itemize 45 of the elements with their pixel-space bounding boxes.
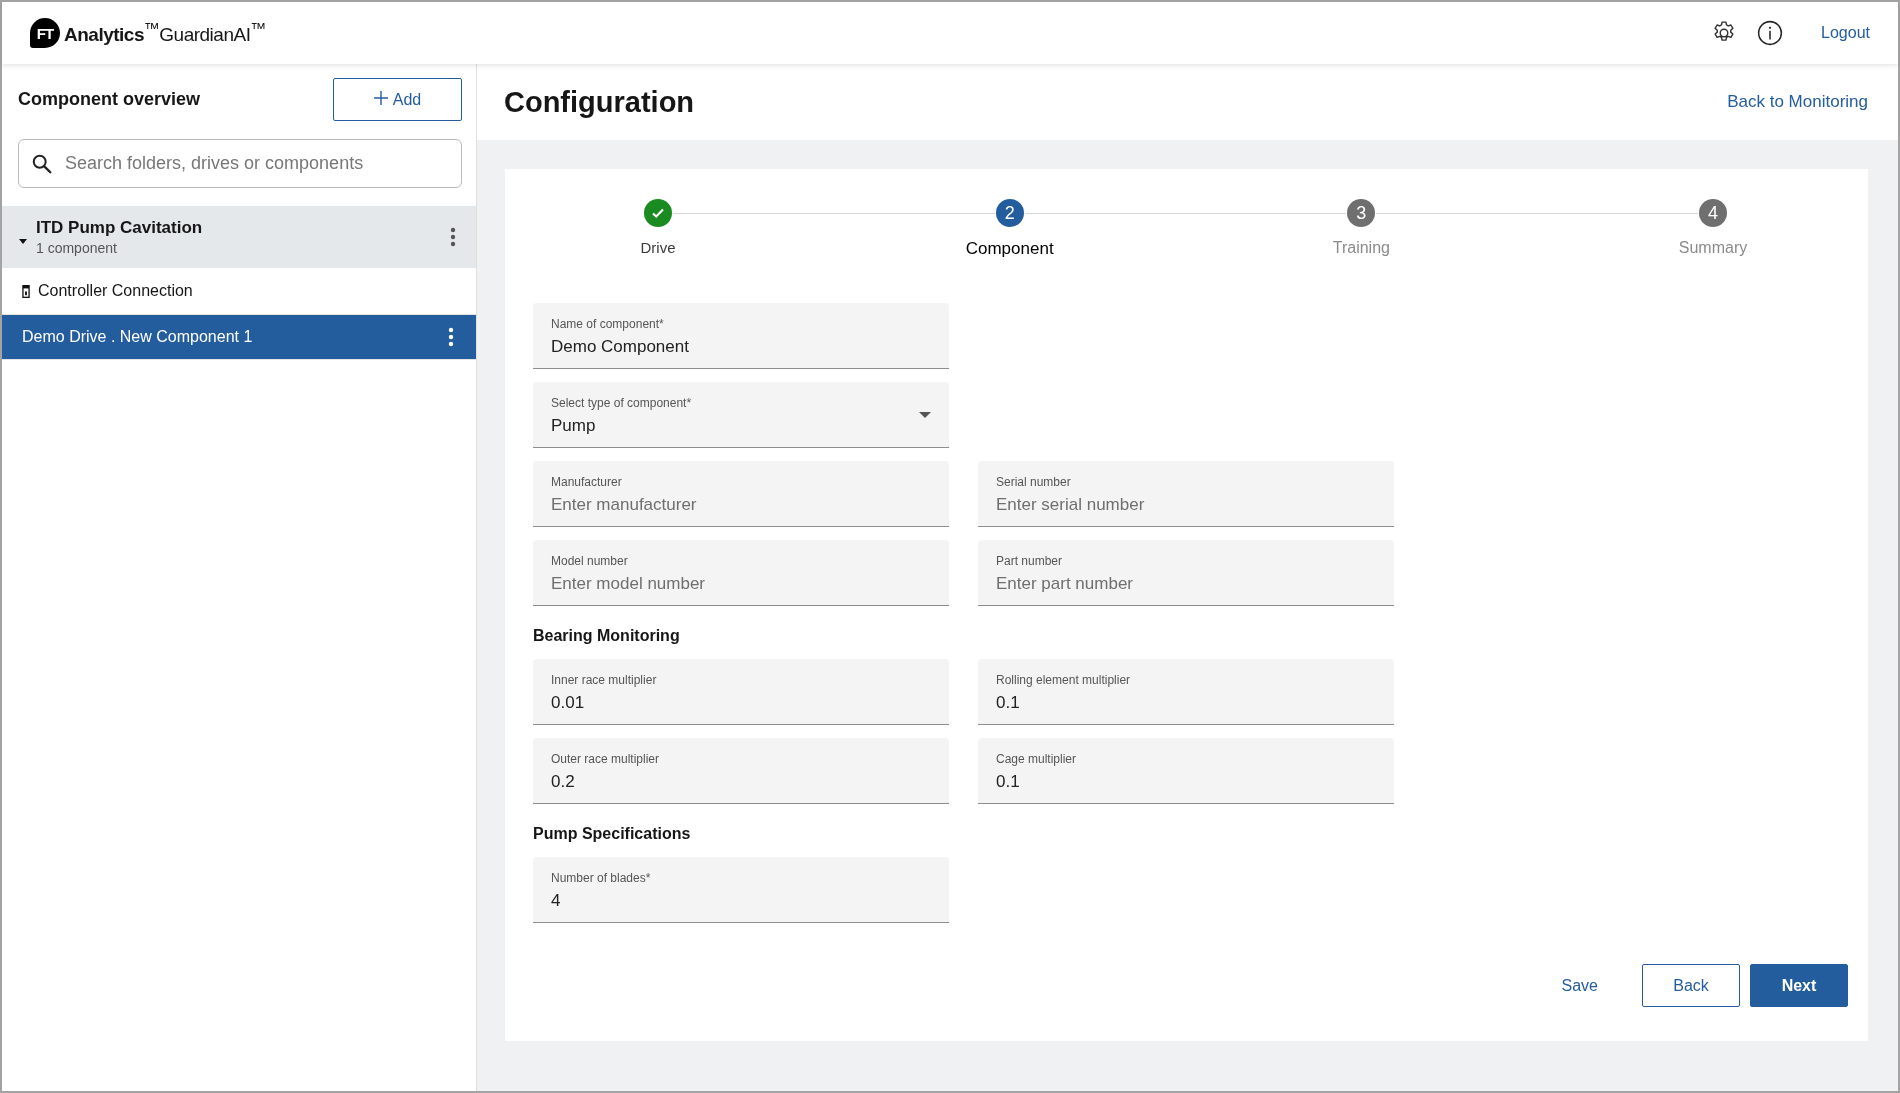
caret-icon[interactable] bbox=[18, 236, 28, 246]
section-heading: Pump Specifications bbox=[533, 825, 692, 843]
controller-icon bbox=[22, 284, 30, 298]
input-field[interactable]: Model number Enter model number bbox=[533, 540, 949, 606]
search-field[interactable]: Search folders, drives or components bbox=[18, 139, 462, 188]
input-field[interactable]: Inner race multiplier 0.01 bbox=[533, 659, 949, 725]
step-label: Summary bbox=[1678, 239, 1748, 257]
more-icon[interactable] bbox=[448, 327, 454, 347]
sidebar-title: Component overview bbox=[18, 89, 201, 110]
back-button[interactable]: Back bbox=[1642, 964, 1740, 1007]
logo-text: Analytics$^{™}$GuardianAI$^{™}$ bbox=[64, 19, 266, 47]
input-field[interactable]: Outer race multiplier 0.2 bbox=[533, 738, 949, 804]
select-field[interactable]: Select type of component* Pump bbox=[533, 382, 949, 448]
input-field[interactable]: Manufacturer Enter manufacturer bbox=[533, 461, 949, 527]
input-field[interactable]: Cage multiplier 0.1 bbox=[978, 738, 1394, 804]
save-button[interactable]: Save bbox=[1535, 964, 1624, 1007]
logo-icon: FT bbox=[30, 18, 60, 48]
search-icon bbox=[31, 152, 53, 175]
step-label: Component bbox=[965, 239, 1054, 259]
input-field[interactable]: Rolling element multiplier 0.1 bbox=[978, 659, 1394, 725]
step-label: Training bbox=[1332, 239, 1390, 257]
next-button[interactable]: Next bbox=[1750, 964, 1848, 1007]
step-number: 3 bbox=[1347, 199, 1376, 227]
page-title: Configuration bbox=[504, 85, 695, 119]
step-label: Drive bbox=[640, 239, 676, 256]
folder-count: 1 component bbox=[36, 240, 118, 256]
section-heading: Bearing Monitoring bbox=[533, 627, 681, 645]
add-button[interactable]: Add bbox=[333, 78, 462, 121]
folder-row[interactable]: ITD Pump Cavitation 1 component bbox=[2, 206, 476, 268]
input-field[interactable]: Serial number Enter serial number bbox=[978, 461, 1394, 527]
tree-item-label: Demo Drive . New Component 1 bbox=[22, 328, 254, 346]
input-field[interactable]: Name of component* Demo Component bbox=[533, 303, 949, 369]
tree-item[interactable]: Demo Drive . New Component 1 bbox=[2, 315, 476, 360]
tree-item-label: Controller Connection bbox=[38, 282, 194, 300]
logout-link[interactable]: Logout bbox=[1821, 24, 1870, 42]
back-to-monitoring-link[interactable]: Back to Monitoring bbox=[1727, 92, 1868, 112]
info-icon[interactable] bbox=[1757, 20, 1784, 46]
dropdown-icon bbox=[919, 412, 931, 418]
plus-icon bbox=[373, 90, 388, 105]
input-field[interactable]: Number of blades* 4 bbox=[533, 857, 949, 923]
step-number: 2 bbox=[995, 199, 1024, 227]
input-field[interactable]: Part number Enter part number bbox=[978, 540, 1394, 606]
step-number: 4 bbox=[1699, 199, 1727, 227]
more-icon[interactable] bbox=[450, 227, 456, 247]
folder-name: ITD Pump Cavitation bbox=[36, 218, 204, 238]
